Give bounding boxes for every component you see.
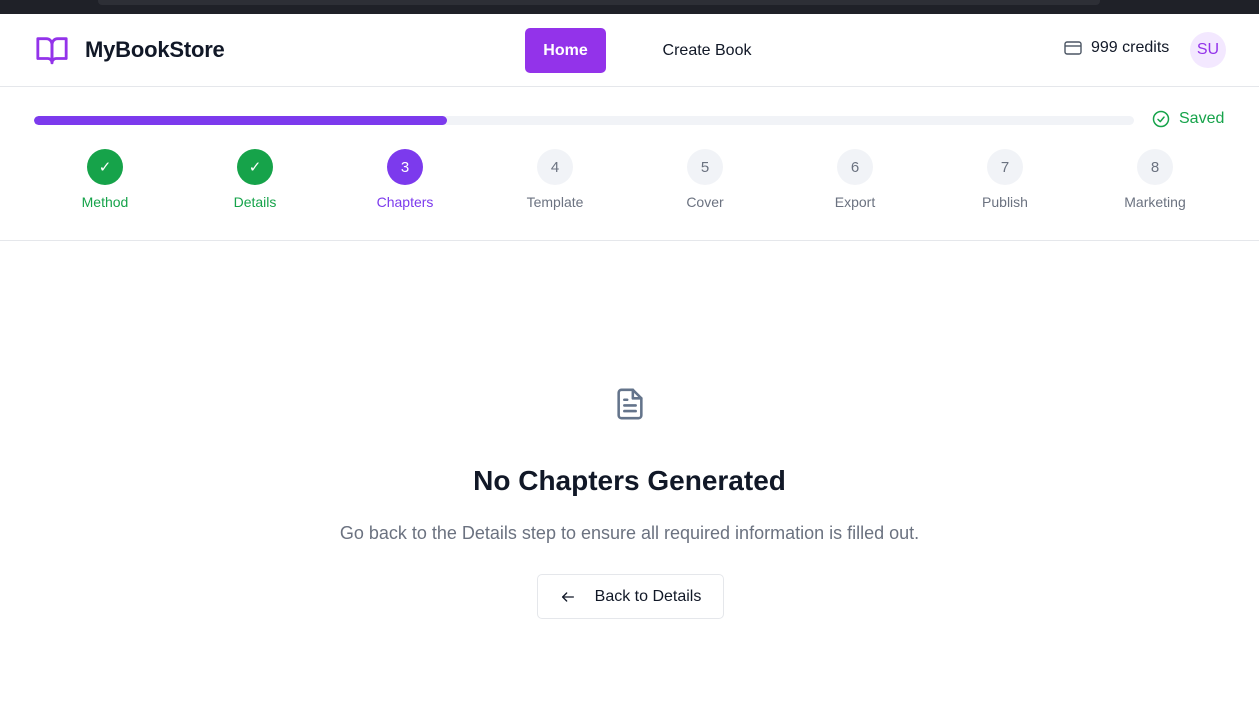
check-circle-icon: [1152, 110, 1170, 128]
step-label: Publish: [982, 194, 1028, 210]
wizard-step-details[interactable]: ✓ Details: [180, 149, 330, 210]
step-label: Template: [526, 194, 584, 210]
step-number: 5: [687, 149, 723, 185]
wizard-step-template[interactable]: 4 Template: [480, 149, 630, 210]
user-avatar[interactable]: SU: [1190, 32, 1226, 68]
top-header: MyBookStore Home Create Book 999 credits…: [0, 14, 1259, 87]
nav-home-button[interactable]: Home: [525, 28, 606, 73]
empty-state-description: Go back to the Details step to ensure al…: [339, 523, 920, 543]
step-number: 4: [537, 149, 573, 185]
wizard-step-cover[interactable]: 5 Cover: [630, 149, 780, 210]
back-to-details-button[interactable]: Back to Details: [537, 574, 724, 619]
app-logo[interactable]: MyBookStore: [34, 33, 225, 67]
app-name: MyBookStore: [85, 37, 225, 62]
empty-state-title: No Chapters Generated: [473, 465, 786, 496]
wizard-step-chapters[interactable]: 3 Chapters: [330, 149, 480, 210]
browser-url-bar[interactable]: [98, 0, 1100, 5]
save-status-label: Saved: [1179, 110, 1225, 127]
credits-display: 999 credits: [1064, 39, 1169, 57]
step-label: Export: [834, 194, 876, 210]
wizard-step-method[interactable]: ✓ Method: [30, 149, 180, 210]
wizard-step-marketing[interactable]: 8 Marketing: [1080, 149, 1230, 210]
step-label: Chapters: [376, 194, 434, 210]
step-number: 8: [1137, 149, 1173, 185]
back-to-details-label: Back to Details: [594, 587, 702, 605]
step-number: 6: [837, 149, 873, 185]
save-status: Saved: [1152, 110, 1224, 128]
step-number: 7: [987, 149, 1023, 185]
step-label: Details: [233, 194, 277, 210]
section-divider: [0, 240, 1259, 241]
step-number: 3: [387, 149, 423, 185]
step-check-icon: ✓: [87, 149, 123, 185]
wizard-step-export[interactable]: 6 Export: [780, 149, 930, 210]
step-label: Marketing: [1124, 194, 1186, 210]
arrow-left-icon: [561, 591, 574, 602]
credit-card-icon: [1064, 41, 1082, 55]
credits-label: 999 credits: [1091, 39, 1170, 56]
step-label: Method: [81, 194, 129, 210]
wizard-progress-fill: [34, 116, 447, 125]
file-text-icon: [617, 388, 643, 420]
wizard-progress-bar: [34, 116, 1134, 125]
step-check-icon: ✓: [237, 149, 273, 185]
step-label: Cover: [686, 194, 724, 210]
nav-create-book-link[interactable]: Create Book: [646, 28, 768, 73]
book-open-icon: [36, 37, 68, 65]
wizard-step-publish[interactable]: 7 Publish: [930, 149, 1080, 210]
browser-chrome-strip: [0, 0, 1259, 14]
wizard-steps: ✓ Method ✓ Details 3 Chapters 4 Template 5 Cover 6…: [30, 149, 1230, 219]
